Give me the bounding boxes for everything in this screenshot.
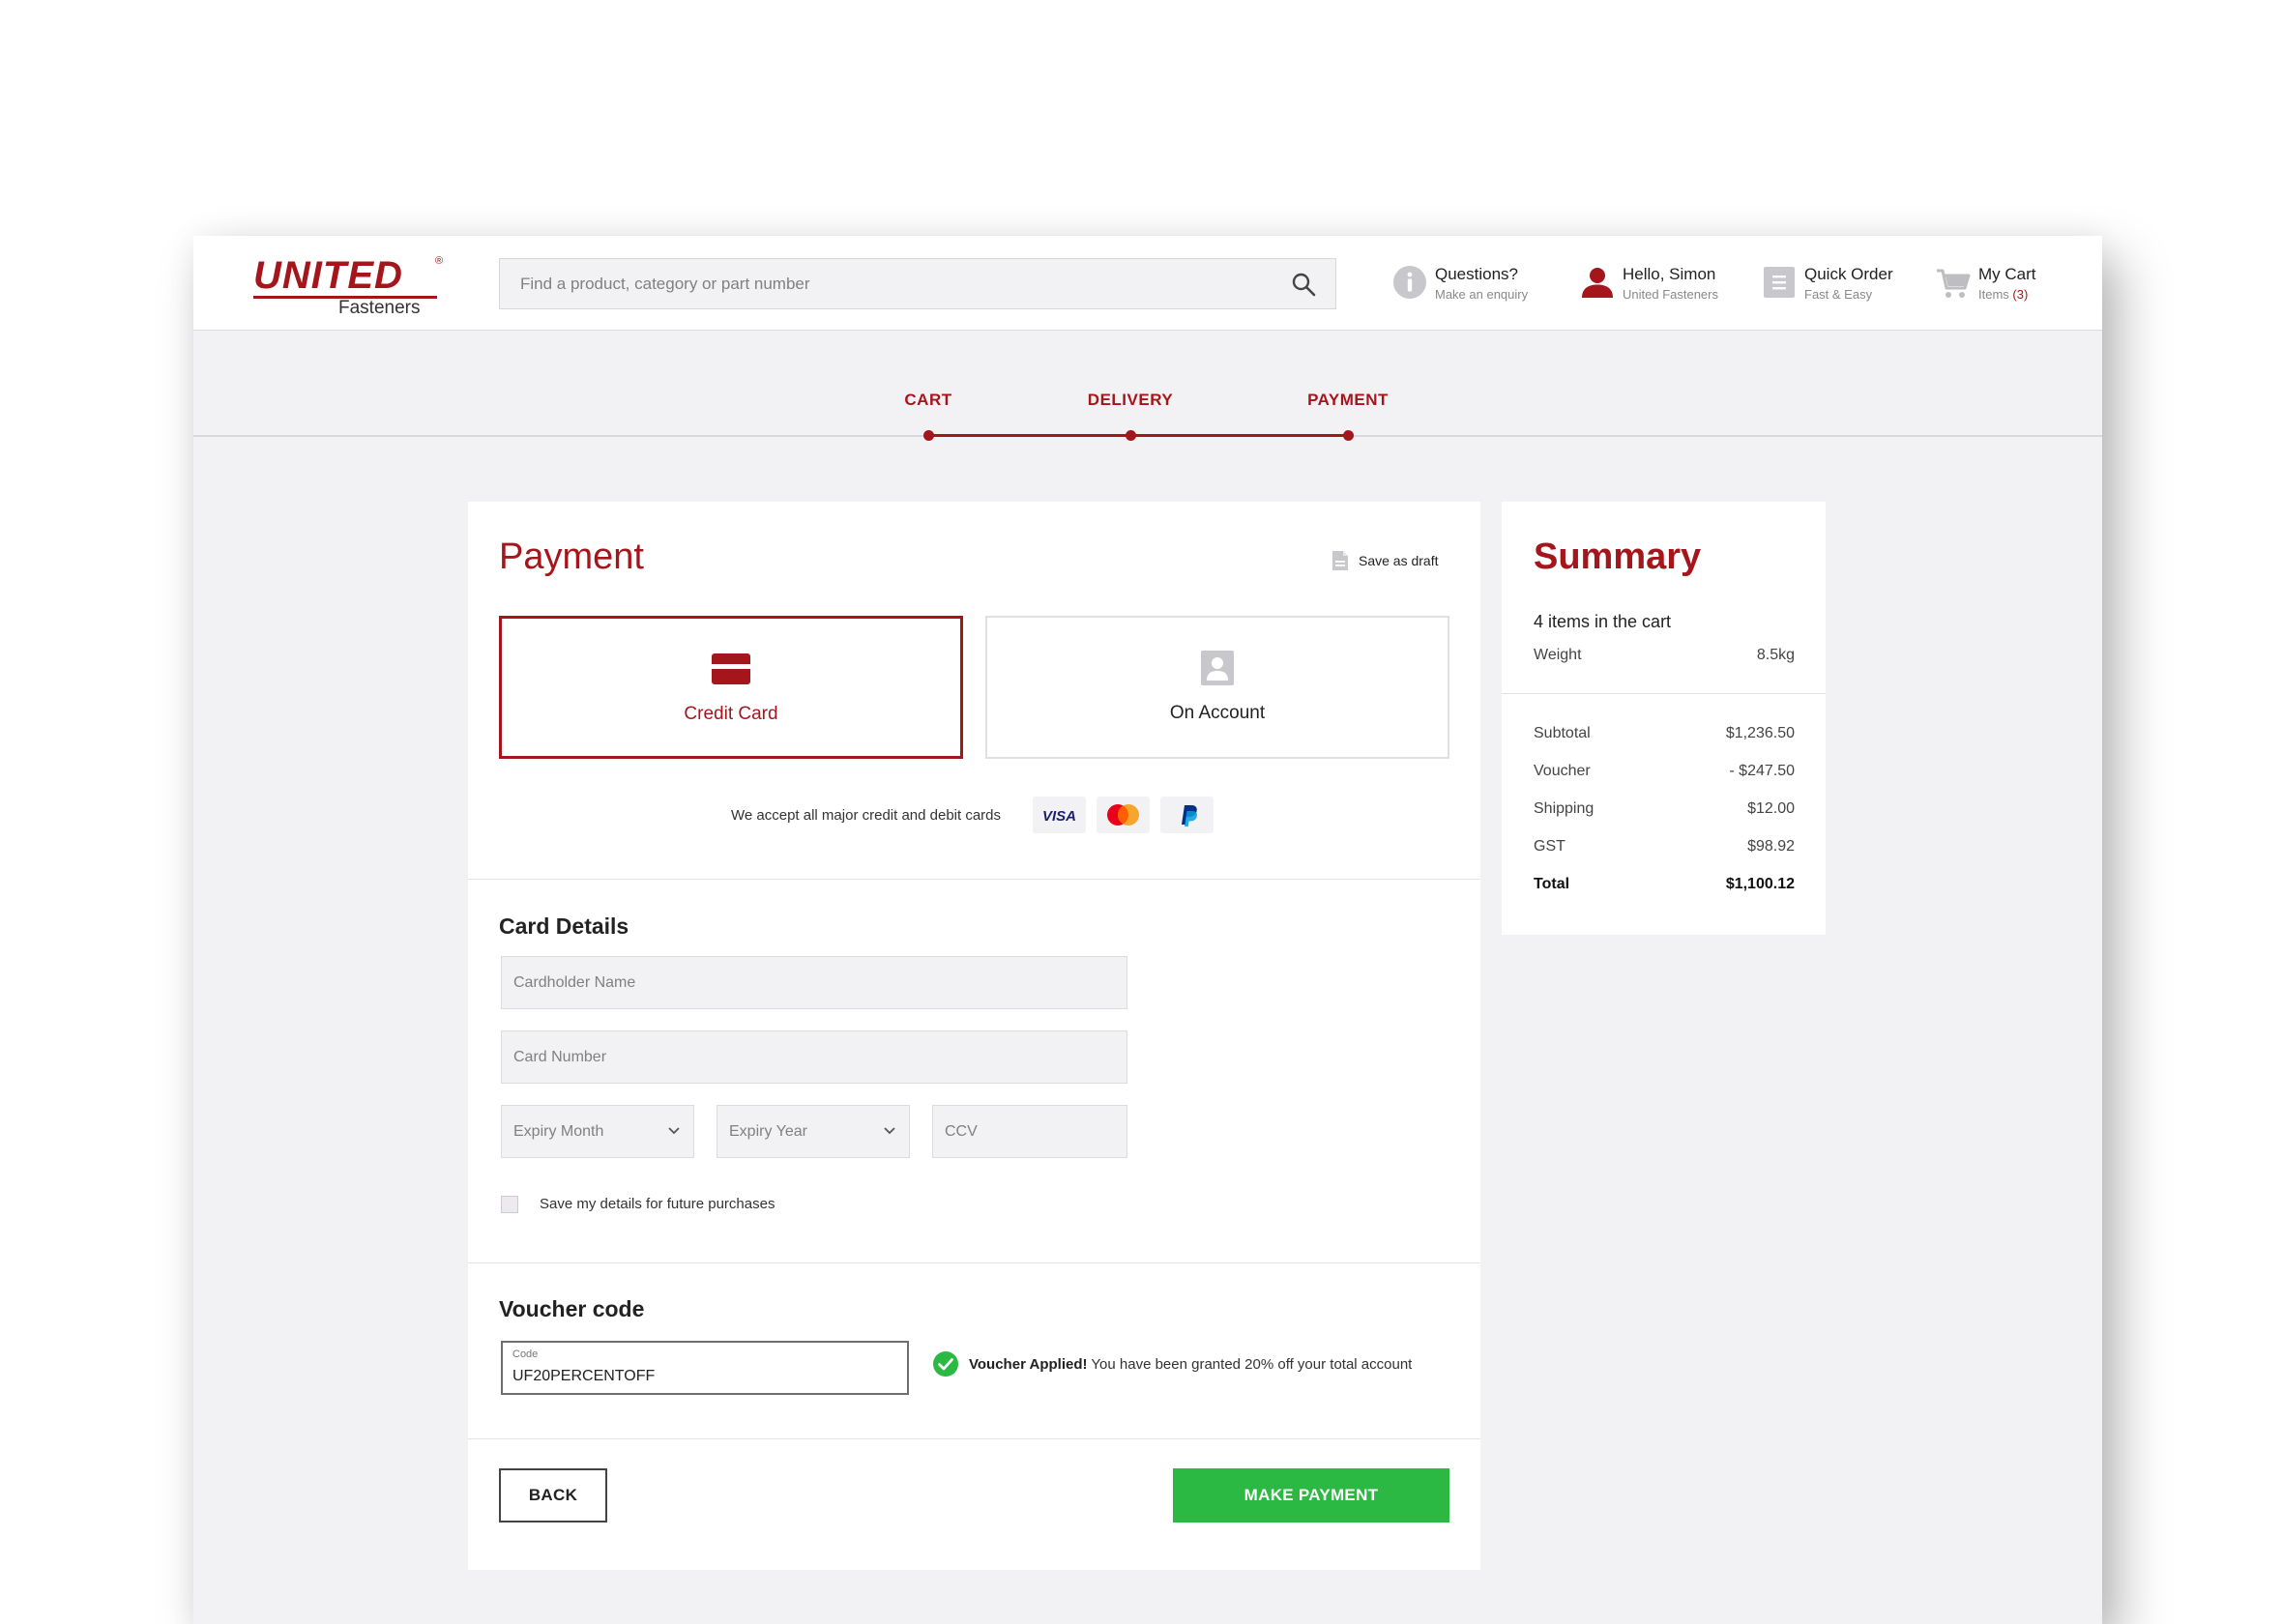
subtotal-value: $1,236.50 — [1725, 725, 1795, 741]
search-input[interactable] — [500, 259, 1273, 308]
app-window: UNITED ® Fasteners Questions? Make an en… — [193, 236, 2102, 1624]
ccv-field — [932, 1105, 1127, 1158]
chevron-down-icon — [668, 1127, 680, 1135]
expiry-month-select[interactable]: Expiry Month — [501, 1105, 694, 1158]
account-icon — [1201, 651, 1234, 685]
save-details-label: Save my details for future purchases — [540, 1196, 775, 1212]
search-icon[interactable] — [1291, 272, 1316, 297]
step-dot-delivery — [1126, 430, 1136, 441]
expiry-year-value: Expiry Year — [729, 1123, 807, 1140]
total-label: Total — [1534, 876, 1570, 892]
questions-link[interactable]: Questions? Make an enquiry — [1392, 261, 1547, 309]
make-payment-button[interactable]: MAKE PAYMENT — [1173, 1468, 1449, 1522]
payment-panel: Payment Save as draft Credit Card On Acc… — [468, 502, 1480, 1570]
my-cart-link[interactable]: My Cart Items (3) — [1936, 261, 2052, 309]
save-draft-label: Save as draft — [1359, 553, 1439, 568]
voucher-code-value: UF20PERCENTOFF — [512, 1368, 656, 1384]
cart-items-label: Items — [1978, 287, 2009, 302]
info-icon — [1393, 266, 1426, 299]
section-divider — [468, 1438, 1480, 1439]
summary-divider — [1502, 693, 1826, 694]
step-cart[interactable]: CART — [904, 391, 951, 410]
step-delivery[interactable]: DELIVERY — [1088, 391, 1173, 410]
united-fasteners-logo[interactable]: UNITED ® Fasteners — [253, 254, 447, 318]
card-details-title: Card Details — [499, 914, 629, 939]
site-header: UNITED ® Fasteners Questions? Make an en… — [193, 236, 2102, 331]
questions-title: Questions? — [1435, 265, 1518, 283]
mastercard-logo — [1097, 797, 1150, 833]
cardholder-name-input[interactable] — [502, 957, 1126, 1008]
payment-option-credit-card[interactable]: Credit Card — [499, 616, 963, 759]
logo-text: UNITED — [253, 254, 403, 297]
cardholder-name-field — [501, 956, 1127, 1009]
document-icon — [1332, 551, 1348, 570]
expiry-month-value: Expiry Month — [513, 1123, 604, 1140]
logo-registered: ® — [435, 255, 444, 267]
summary-item-count: 4 items in the cart — [1534, 612, 1672, 631]
ccv-input[interactable] — [933, 1106, 1126, 1157]
list-icon — [1764, 267, 1795, 298]
accepted-cards: We accept all major credit and debit car… — [731, 797, 1214, 835]
save-details-checkbox[interactable] — [501, 1196, 518, 1213]
chevron-down-icon — [884, 1127, 895, 1135]
gst-value: $98.92 — [1747, 838, 1795, 855]
cart-icon — [1937, 269, 1971, 298]
cart-title: My Cart — [1978, 265, 2036, 283]
stepper-progress — [928, 434, 1348, 437]
cart-subtitle: Items (3) — [1978, 287, 2028, 302]
quick-order-title: Quick Order — [1804, 265, 1893, 283]
gst-label: GST — [1534, 838, 1565, 855]
user-icon — [1582, 268, 1613, 298]
quick-order-subtitle: Fast & Easy — [1804, 287, 1873, 302]
account-link[interactable]: Hello, Simon United Fasteners — [1580, 261, 1744, 309]
voucher-status-message: Voucher Applied! You have been granted 2… — [969, 1356, 1412, 1373]
on-account-label: On Account — [1169, 703, 1266, 723]
search-bar — [499, 258, 1336, 309]
voucher-status-text: You have been granted 20% off your total… — [1087, 1356, 1413, 1373]
quick-order-link[interactable]: Quick Order Fast & Easy — [1762, 261, 1907, 309]
section-divider — [468, 879, 1480, 880]
user-greeting: Hello, Simon — [1623, 265, 1716, 283]
weight-label: Weight — [1534, 647, 1582, 663]
summary-panel: Summary 4 items in the cart Weight 8.5kg… — [1502, 502, 1826, 935]
visa-logo: VISA — [1033, 797, 1086, 833]
voucher-label: Voucher — [1534, 763, 1591, 779]
voucher-title: Voucher code — [499, 1296, 645, 1321]
voucher-field-label: Code — [512, 1348, 539, 1360]
step-payment[interactable]: PAYMENT — [1307, 391, 1389, 410]
credit-card-icon — [712, 653, 750, 684]
summary-title: Summary — [1534, 536, 1702, 577]
cart-count-badge: (3) — [2012, 287, 2029, 302]
voucher-status-bold: Voucher Applied! — [969, 1356, 1088, 1373]
back-button[interactable]: BACK — [499, 1468, 607, 1522]
voucher-code-field[interactable]: Code UF20PERCENTOFF — [501, 1341, 909, 1395]
check-circle-icon — [933, 1351, 958, 1377]
credit-card-label: Credit Card — [684, 704, 778, 724]
section-divider — [468, 1262, 1480, 1263]
payment-option-on-account[interactable]: On Account — [985, 616, 1449, 759]
questions-subtitle: Make an enquiry — [1435, 287, 1529, 302]
accept-text: We accept all major credit and debit car… — [731, 807, 1002, 824]
subtotal-label: Subtotal — [1534, 725, 1591, 741]
card-number-input[interactable] — [502, 1031, 1126, 1083]
card-number-field — [501, 1030, 1127, 1084]
total-value: $1,100.12 — [1725, 876, 1795, 892]
svg-text:VISA: VISA — [1042, 808, 1076, 825]
user-company: United Fasteners — [1623, 287, 1718, 302]
payment-title: Payment — [499, 536, 644, 577]
voucher-status: Voucher Applied! You have been granted 2… — [932, 1350, 1435, 1379]
expiry-year-select[interactable]: Expiry Year — [717, 1105, 910, 1158]
paypal-logo — [1160, 797, 1214, 833]
weight-value: 8.5kg — [1756, 647, 1795, 663]
shipping-label: Shipping — [1534, 800, 1594, 817]
step-dot-payment — [1343, 430, 1354, 441]
save-draft-button[interactable]: Save as draft — [1331, 550, 1448, 573]
step-dot-cart — [923, 430, 934, 441]
logo-subtitle: Fasteners — [338, 298, 421, 318]
shipping-value: $12.00 — [1747, 800, 1795, 817]
voucher-value: - $247.50 — [1729, 763, 1795, 779]
